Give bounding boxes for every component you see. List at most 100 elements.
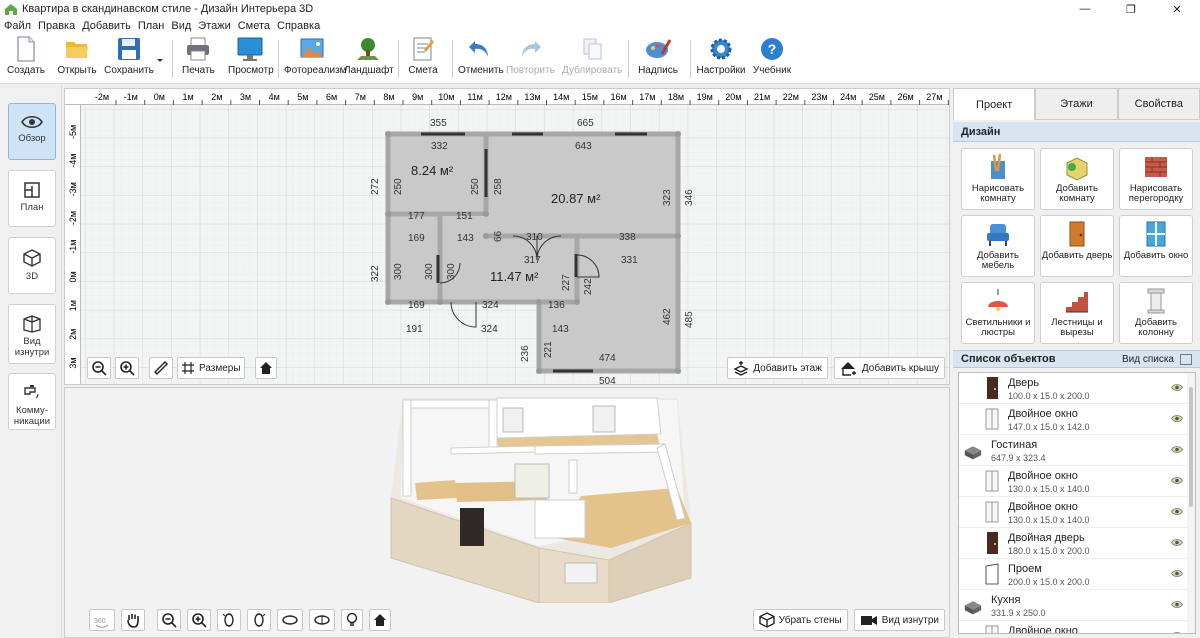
measure-ruler-button[interactable] — [149, 357, 173, 379]
estimate-button[interactable]: Смета — [406, 36, 440, 82]
tab-properties[interactable]: Свойства — [1117, 88, 1200, 120]
visibility-eye-icon[interactable] — [1171, 476, 1183, 485]
remove-walls-button[interactable]: Убрать стены — [752, 609, 848, 631]
menu-view[interactable]: Вид — [171, 20, 191, 32]
menu-edit[interactable]: Правка — [38, 20, 75, 32]
toolbar-separator — [172, 40, 173, 78]
minimize-button[interactable]: — — [1062, 0, 1108, 18]
plan-home-button[interactable] — [254, 357, 277, 379]
visibility-eye-icon[interactable] — [1171, 600, 1183, 609]
dim-label: 236 — [520, 345, 531, 362]
add-stairs-button[interactable]: Лестницы и вырезы — [1040, 282, 1114, 344]
object-name: Двойное окно — [1008, 625, 1078, 634]
visibility-eye-icon[interactable] — [1171, 538, 1183, 547]
undo-button[interactable]: Отменить — [458, 36, 504, 82]
duplicate-button[interactable]: Дублировать — [562, 36, 622, 82]
settings-button[interactable]: Настройки — [696, 36, 746, 82]
print-button[interactable]: Печать — [182, 36, 215, 82]
tab-project[interactable]: Проект — [953, 88, 1036, 120]
opening-icon — [985, 563, 999, 585]
visibility-eye-icon[interactable] — [1171, 445, 1183, 454]
add-door-button[interactable]: Добавить дверь — [1040, 215, 1114, 277]
preview-button[interactable]: Просмотр — [228, 36, 274, 82]
visibility-eye-icon[interactable] — [1171, 631, 1183, 634]
door-icon — [987, 377, 998, 399]
plan-canvas[interactable]: -2м -1м 0м 1м 2м 3м 4м 5м 6м 7м 8м 9м 10м 11м 12м 13м 14… — [64, 88, 950, 385]
menu-estimate[interactable]: Смета — [238, 20, 270, 32]
create-button[interactable]: Создать — [6, 36, 46, 82]
redo-button[interactable]: Повторить — [506, 36, 555, 82]
floor-plan-drawing[interactable]: 8.24 м² 20.87 м² 11.47 м² 355 665 332 64… — [81, 105, 950, 385]
object-list-item[interactable]: Двойное окно — [959, 621, 1195, 634]
visibility-eye-icon[interactable] — [1171, 414, 1183, 423]
zoom-out-button[interactable] — [87, 357, 111, 379]
menu-add[interactable]: Добавить — [82, 20, 131, 32]
add-floor-button[interactable]: Добавить этаж — [727, 357, 828, 379]
add-room-button[interactable]: Добавить комнату — [1040, 148, 1114, 210]
visibility-eye-icon[interactable] — [1171, 507, 1183, 516]
room-bottom-connector[interactable] — [539, 302, 579, 371]
menu-file[interactable]: Файл — [4, 20, 31, 32]
object-list-item[interactable]: Двойная дверь 180.0 x 15.0 x 200.0 — [959, 528, 1195, 559]
object-list[interactable]: Дверь 100.0 x 15.0 x 200.0 Двойное окно 147… — [958, 372, 1196, 634]
open-button[interactable]: Открыть — [56, 36, 98, 82]
tilt-down-button[interactable] — [309, 609, 335, 631]
add-furniture-button[interactable]: Добавить мебель — [961, 215, 1035, 277]
save-dropdown-arrow[interactable] — [155, 36, 165, 82]
maximize-button[interactable]: ❐ — [1108, 0, 1154, 18]
room-left-small[interactable] — [388, 214, 440, 302]
object-list-item[interactable]: Дверь 100.0 x 15.0 x 200.0 — [959, 373, 1195, 404]
object-dimensions: 331.9 x 250.0 — [991, 608, 1046, 618]
3d-zoom-out-button[interactable] — [157, 609, 181, 631]
pan-hand-button[interactable] — [121, 609, 145, 631]
visibility-eye-icon[interactable] — [1171, 569, 1183, 578]
nav-3d-button[interactable]: 3D — [8, 237, 56, 294]
nav-overview-button[interactable]: Обзор — [8, 103, 56, 160]
zoom-out-icon — [162, 613, 177, 628]
visibility-eye-icon[interactable] — [1171, 383, 1183, 392]
close-button[interactable]: ✕ — [1154, 0, 1200, 18]
3d-view-canvas[interactable]: 360 Убрать стены Вид изнутри — [64, 387, 950, 638]
add-column-button[interactable]: Добавить колонну — [1119, 282, 1193, 344]
3d-home-button[interactable] — [369, 609, 391, 631]
inside-view-button[interactable]: Вид изнутри — [853, 609, 945, 631]
object-list-item[interactable]: Кухня 331.9 x 250.0 — [959, 590, 1195, 621]
tilt-up-button[interactable] — [277, 609, 303, 631]
rotate-right-button[interactable] — [247, 609, 271, 631]
object-list-item[interactable]: Гостиная 647.9 x 323.4 — [959, 435, 1195, 466]
photorealism-button[interactable]: Фотореализм — [284, 36, 347, 82]
tutorial-button[interactable]: ? Учебник — [750, 36, 794, 82]
3d-zoom-in-button[interactable] — [187, 609, 211, 631]
room-center[interactable] — [440, 217, 577, 302]
dim-label: 310 — [526, 232, 543, 243]
nav-plan-button[interactable]: План — [8, 170, 56, 227]
object-list-item[interactable]: Двойное окно 130.0 x 15.0 x 140.0 — [959, 497, 1195, 528]
object-list-item[interactable]: Проем 200.0 x 15.0 x 200.0 — [959, 559, 1195, 590]
rotate-left-button[interactable] — [217, 609, 241, 631]
add-lights-button[interactable]: Светильники и люстры — [961, 282, 1035, 344]
list-view-toggle-label[interactable]: Вид списка — [1122, 354, 1174, 365]
menu-plan[interactable]: План — [138, 20, 165, 32]
dimensions-button[interactable]: Размеры — [177, 357, 245, 379]
caption-button[interactable]: Надпись — [638, 36, 678, 82]
zoom-in-button[interactable] — [115, 357, 139, 379]
draw-partition-button[interactable]: Нарисовать перегородку — [1119, 148, 1193, 210]
object-list-item[interactable]: Двойное окно 130.0 x 15.0 x 140.0 — [959, 466, 1195, 497]
draw-room-button[interactable]: Нарисовать комнату — [961, 148, 1035, 210]
scrollbar-thumb[interactable] — [1189, 387, 1193, 507]
save-button[interactable]: Сохранить — [104, 36, 154, 82]
tree-icon — [357, 38, 379, 60]
rotate-360-button[interactable]: 360 — [89, 609, 115, 631]
nav-inside-view-button[interactable]: Вид изнутри — [8, 304, 56, 364]
nav-utilities-button[interactable]: Комму-никации — [8, 373, 56, 430]
menu-help[interactable]: Справка — [277, 20, 320, 32]
list-view-icon[interactable] — [1180, 353, 1192, 365]
landscape-button[interactable]: Ландшафт — [344, 36, 394, 82]
menu-floors[interactable]: Этажи — [198, 20, 230, 32]
add-window-button[interactable]: Добавить окно — [1119, 215, 1193, 277]
object-list-scrollbar[interactable] — [1187, 373, 1195, 633]
lighting-button[interactable] — [341, 609, 363, 631]
object-list-item[interactable]: Двойное окно 147.0 x 15.0 x 142.0 — [959, 404, 1195, 435]
tab-floors[interactable]: Этажи — [1035, 88, 1118, 120]
add-roof-button[interactable]: Добавить крышу — [833, 357, 945, 379]
